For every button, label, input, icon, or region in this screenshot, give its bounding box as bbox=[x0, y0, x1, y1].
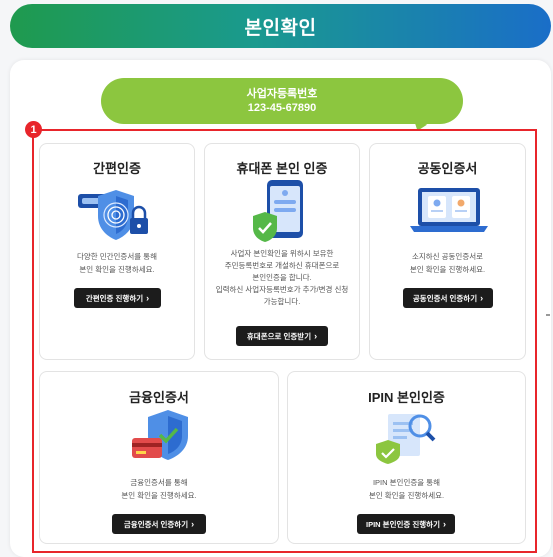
phone-shield-icon bbox=[251, 178, 315, 249]
chevron-right-icon: › bbox=[146, 293, 150, 303]
laptop-certificate-icon bbox=[408, 184, 490, 241]
business-number-value: 123-45-67890 bbox=[247, 102, 317, 114]
card-title: 공동인증서 bbox=[417, 161, 478, 176]
joint-cert-card: 공동인증서 소지하신 공동인증서로 본인 확인을 진행하세요. 공동인증서 인증… bbox=[369, 143, 526, 360]
chevron-right-icon: › bbox=[191, 519, 195, 529]
page-title: 본인확인 bbox=[244, 17, 317, 39]
finance-cert-card: 금융인증서 금융인증서를 통해 본인 확인을 진행하세요. 금융인증서 인증하기… bbox=[39, 371, 279, 544]
identity-verification-page: 본인확인 사업자등록번호 123-45-67890 1 간편인증 다양한 민간인… bbox=[0, 0, 553, 557]
business-number-bubble: 사업자등록번호 123-45-67890 bbox=[101, 78, 463, 124]
mobile-auth-button[interactable]: 휴대폰으로 인증받기 › bbox=[236, 326, 328, 346]
mobile-auth-card: 휴대폰 본인 인증 사업자 본인확인을 위하시 보유한 주민등록번호로 개설하신… bbox=[204, 143, 360, 360]
page-header: 본인확인 bbox=[10, 4, 551, 48]
card-description: 다양한 민간인증서를 통해 본인 확인을 진행하세요. bbox=[76, 252, 158, 274]
card-title: IPIN 본인인증 bbox=[368, 390, 445, 405]
card-description: IPIN 본인인증을 통해 본인 확인을 진행하세요. bbox=[368, 478, 445, 500]
card-title: 휴대폰 본인 인증 bbox=[236, 161, 328, 176]
card-shield-icon bbox=[130, 408, 194, 469]
card-description: 소지하신 공동인증서로 본인 확인을 진행하세요. bbox=[409, 252, 486, 274]
scroll-marker bbox=[546, 314, 550, 316]
joint-cert-button[interactable]: 공동인증서 인증하기 › bbox=[403, 288, 493, 308]
document-search-icon bbox=[376, 408, 440, 469]
business-number-label: 사업자등록번호 bbox=[246, 88, 318, 100]
chevron-right-icon: › bbox=[314, 331, 318, 341]
step-badge: 1 bbox=[25, 121, 42, 138]
fingerprint-shield-icon bbox=[76, 184, 156, 247]
chevron-right-icon: › bbox=[442, 519, 446, 529]
card-description: 금융인증서를 통해 본인 확인을 진행하세요. bbox=[121, 478, 197, 500]
ipin-auth-card: IPIN 본인인증 IPIN 본인인증을 통해 본인 확인을 진행하세요. IP… bbox=[287, 371, 526, 544]
ipin-auth-button[interactable]: IPIN 본인인증 진행하기 › bbox=[357, 514, 455, 534]
chevron-right-icon: › bbox=[480, 293, 484, 303]
simple-auth-button[interactable]: 간편인증 진행하기 › bbox=[74, 288, 161, 308]
finance-cert-button[interactable]: 금융인증서 인증하기 › bbox=[112, 514, 206, 534]
simple-auth-card: 간편인증 다양한 민간인증서를 통해 본인 확인을 진행하세요. 간편인증 진행… bbox=[39, 143, 195, 360]
card-description: 사업자 본인확인을 위하시 보유한 주민등록번호로 개설하신 휴대폰으로 본인인… bbox=[215, 249, 349, 306]
card-title: 금융인증서 bbox=[129, 390, 189, 405]
card-title: 간편인증 bbox=[93, 161, 141, 176]
